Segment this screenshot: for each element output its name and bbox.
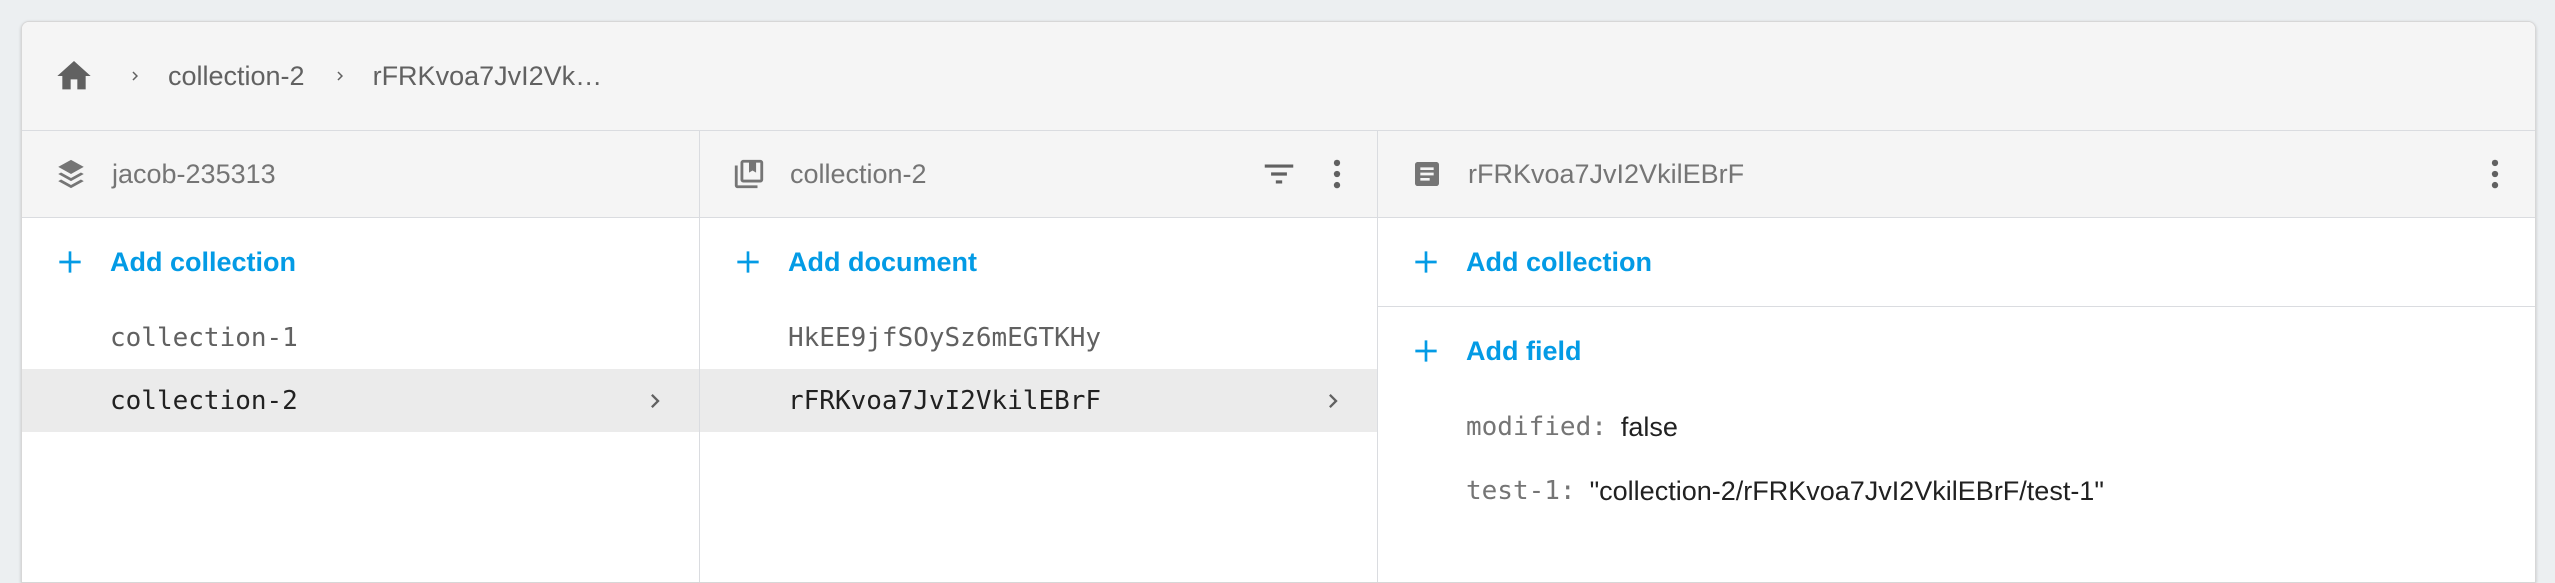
chevron-right-icon <box>126 67 146 85</box>
more-vert-icon[interactable] <box>1315 152 1359 196</box>
plus-icon <box>1410 246 1442 278</box>
add-collection-label: Add collection <box>110 246 297 277</box>
plus-icon <box>1410 335 1442 367</box>
document-title: rFRKvoa7JvI2VkilEBrF <box>1468 158 1745 189</box>
plus-icon <box>732 246 764 278</box>
chevron-right-icon <box>331 67 351 85</box>
more-vert-icon[interactable] <box>2473 152 2517 196</box>
collection-list-item-label: collection-1 <box>110 322 298 353</box>
document-list-item-selected[interactable]: rFRKvoa7JvI2VkilEBrF <box>700 369 1377 432</box>
home-icon[interactable] <box>54 53 100 99</box>
field-row[interactable]: modified: false <box>1378 395 2535 459</box>
document-icon <box>1410 157 1444 191</box>
add-document-label: Add document <box>788 246 977 277</box>
chevron-right-icon <box>1319 369 1347 432</box>
document-list-item[interactable]: HkEE9jfSOySz6mEGTKHy <box>700 306 1377 369</box>
breadcrumb-item-document[interactable]: rFRKvoa7JvI2Vk… <box>373 61 603 92</box>
field-value: "collection-2/rFRKvoa7JvI2VkilEBrF/test-… <box>1589 475 2104 506</box>
document-header-actions <box>2473 131 2517 217</box>
collection-list-item[interactable]: collection-1 <box>22 306 699 369</box>
breadcrumb: collection-2 rFRKvoa7JvI2Vk… <box>22 22 2535 131</box>
plus-icon <box>54 246 86 278</box>
document-list-item-label: HkEE9jfSOySz6mEGTKHy <box>788 322 1102 353</box>
field-key: modified <box>1466 412 1592 442</box>
collection-header-actions <box>1257 131 1359 217</box>
document-pane-header: rFRKvoa7JvI2VkilEBrF <box>1378 131 2535 218</box>
breadcrumb-item-collection[interactable]: collection-2 <box>168 61 305 92</box>
project-title: jacob-235313 <box>112 158 276 189</box>
collection-list-item-selected[interactable]: collection-2 <box>22 369 699 432</box>
add-subcollection-button[interactable]: Add collection <box>1378 218 2535 306</box>
field-value: false <box>1620 411 1678 442</box>
field-colon: : <box>1559 476 1576 506</box>
chevron-right-icon <box>641 369 669 432</box>
add-field-label: Add field <box>1466 335 1582 366</box>
add-collection-button[interactable]: Add collection <box>22 218 699 306</box>
filter-icon[interactable] <box>1257 152 1301 196</box>
field-key: test-1 <box>1466 476 1560 506</box>
collection-title: collection-2 <box>790 158 927 189</box>
collection-list-item-label: collection-2 <box>110 385 298 416</box>
field-row[interactable]: test-1: "collection-2/rFRKvoa7JvI2VkilEB… <box>1378 459 2535 523</box>
root-pane-header: jacob-235313 <box>22 131 699 218</box>
collection-icon <box>732 157 766 191</box>
collection-pane: collection-2 Add document HkEE9jfSOySz6m… <box>700 131 1378 582</box>
document-pane: rFRKvoa7JvI2VkilEBrF Add collection Add … <box>1378 131 2535 582</box>
add-document-button[interactable]: Add document <box>700 218 1377 306</box>
add-field-button[interactable]: Add field <box>1378 307 2535 395</box>
firestore-data-panel: collection-2 rFRKvoa7JvI2Vk… jacob-23531… <box>21 21 2536 583</box>
database-layers-icon <box>54 157 88 191</box>
field-colon: : <box>1591 412 1607 442</box>
add-subcollection-label: Add collection <box>1466 246 1653 277</box>
root-pane: jacob-235313 Add collection collection-1… <box>22 131 700 582</box>
collection-pane-header: collection-2 <box>700 131 1377 218</box>
panes: jacob-235313 Add collection collection-1… <box>22 131 2535 582</box>
document-list-item-label: rFRKvoa7JvI2VkilEBrF <box>788 385 1102 416</box>
